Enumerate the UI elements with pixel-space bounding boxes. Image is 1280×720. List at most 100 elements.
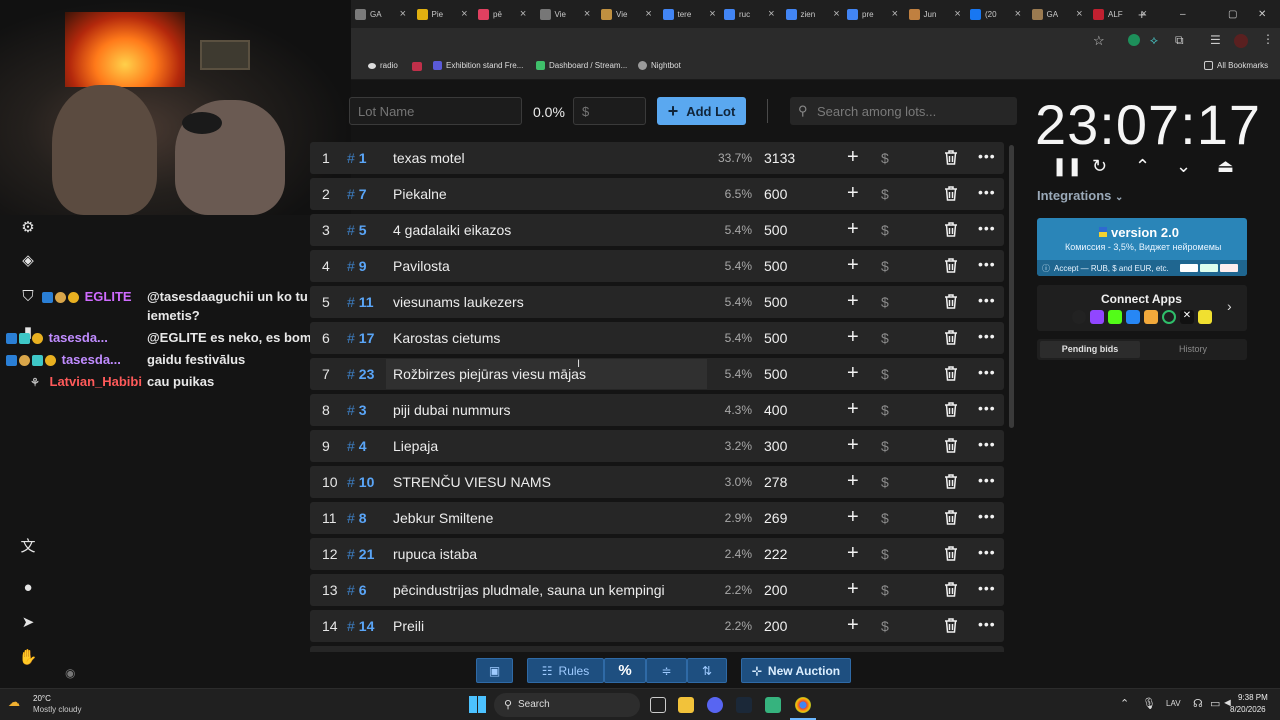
new-tab-button[interactable]: + [1138, 4, 1146, 24]
lot-row[interactable]: 11 #8 Jebkur Smiltene 2.9% 269 + $ ••• [310, 502, 1004, 534]
maximize-icon[interactable]: ▢ [1228, 4, 1237, 24]
more-options-icon[interactable]: ••• [978, 148, 996, 164]
lot-id[interactable]: #21 [347, 546, 374, 562]
taskbar-search[interactable]: ⚲ Search [494, 693, 640, 717]
double-up-icon[interactable]: ⏏ [1217, 156, 1234, 177]
kebab-menu-icon[interactable]: ⋮ [1262, 32, 1274, 46]
dollar-icon[interactable]: $ [881, 294, 889, 310]
bookmark-exhibition[interactable]: Exhibition stand Fre... [433, 61, 523, 70]
lot-row[interactable]: 2 #7 Piekalne 6.5% 600 + $ ••• [310, 178, 1004, 210]
lot-id[interactable]: #17 [347, 330, 374, 346]
add-amount-icon[interactable]: + [847, 182, 859, 204]
lot-row[interactable]: 7 #23 Rožbirzes piejūras viesu mājas 5.4% 50… [310, 358, 1004, 390]
add-amount-icon[interactable]: + [847, 542, 859, 564]
close-tab-icon[interactable]: × [892, 8, 898, 20]
dollar-icon[interactable]: $ [881, 222, 889, 238]
chevron-up-icon[interactable]: ⌃ [1120, 697, 1129, 710]
dollar-icon[interactable]: $ [881, 258, 889, 274]
settings-gear-icon[interactable]: ⚙ [18, 217, 38, 237]
lot-name[interactable]: pēcindustrijas pludmale, sauna un kempin… [393, 582, 665, 598]
lot-name[interactable]: Rožbirzes piejūras viesu mājas [386, 359, 707, 389]
discord-icon[interactable] [707, 697, 723, 713]
version-card[interactable]: version 2.0 Комиссия - 3,5%, Виджет нейр… [1037, 218, 1247, 276]
trash-icon[interactable] [944, 438, 958, 453]
close-tab-icon[interactable]: × [833, 8, 839, 20]
percent-toggle-button[interactable]: % [604, 658, 646, 683]
lot-row[interactable]: 4 #9 Pavilosta 5.4% 500 + $ ••• [310, 250, 1004, 282]
clock-date[interactable]: 8/20/2026 [1230, 705, 1266, 714]
menu-lines-icon[interactable]: ☰ [1210, 33, 1221, 47]
lot-row[interactable]: 1 #1 texas motel 33.7% 3133 + $ ••• [310, 142, 1004, 174]
bookmark-icon[interactable] [412, 62, 422, 71]
puzzle-icon[interactable]: ⧉ [1175, 33, 1184, 48]
task-view-icon[interactable] [650, 697, 666, 713]
more-options-icon[interactable]: ••• [978, 328, 996, 344]
dollar-icon[interactable]: $ [881, 618, 889, 634]
browser-tab[interactable]: pē × [478, 4, 526, 24]
lot-id[interactable]: #10 [347, 474, 374, 490]
trash-icon[interactable] [944, 618, 958, 633]
amount-input[interactable] [573, 97, 646, 125]
bookmark-nightbot[interactable]: Nightbot [638, 61, 681, 70]
add-amount-icon[interactable]: + [847, 470, 859, 492]
lot-name[interactable]: Piekalne [393, 186, 447, 202]
lot-name[interactable]: Karostas cietums [393, 330, 500, 346]
trash-icon[interactable] [944, 330, 958, 345]
more-options-icon[interactable]: ••• [978, 544, 996, 560]
close-window-icon[interactable]: ✕ [1258, 4, 1266, 24]
trash-icon[interactable] [944, 402, 958, 417]
dollar-icon[interactable]: $ [881, 366, 889, 382]
headset-icon[interactable]: ☊ [1193, 697, 1203, 710]
browser-tab[interactable]: GA × [355, 4, 406, 24]
lot-row[interactable]: 13 #6 pēcindustrijas pludmale, sauna un ke… [310, 574, 1004, 606]
browser-tab[interactable]: Vie × [601, 4, 652, 24]
lot-name[interactable]: piji dubai nummurs [393, 402, 511, 418]
lot-row[interactable]: 6 #17 Karostas cietums 5.4% 500 + $ ••• [310, 322, 1004, 354]
extension-icon[interactable]: ⟡ [1150, 33, 1158, 48]
dollar-icon[interactable]: $ [881, 330, 889, 346]
add-amount-icon[interactable]: + [847, 578, 859, 600]
trash-icon[interactable] [944, 222, 958, 237]
more-options-icon[interactable]: ••• [978, 220, 996, 236]
close-tab-icon[interactable]: × [584, 8, 590, 20]
add-amount-icon[interactable]: + [847, 398, 859, 420]
lot-name[interactable]: Pavilosta [393, 258, 450, 274]
lot-id[interactable]: #23 [347, 366, 374, 382]
add-amount-icon[interactable]: + [847, 218, 859, 240]
dollar-icon[interactable]: $ [881, 402, 889, 418]
close-tab-icon[interactable]: × [954, 8, 960, 20]
integrations-dropdown[interactable]: Integrations ⌄ [1037, 188, 1123, 203]
sort-button[interactable]: ⇅ [687, 658, 727, 683]
lot-row[interactable]: 14 #14 Preili 2.2% 200 + $ ••• [310, 610, 1004, 642]
browser-tab[interactable]: (20 × [970, 4, 1021, 24]
lot-row[interactable]: 12 #21 rupuca istaba 2.4% 222 + $ ••• [310, 538, 1004, 570]
donate-hand-icon[interactable]: ✋ [18, 647, 38, 667]
browser-tab[interactable]: pre × [847, 4, 898, 24]
lot-row[interactable]: 5 #11 viesunams laukezers 5.4% 500 + $ ••• [310, 286, 1004, 318]
compact-view-button[interactable]: ≑ [646, 658, 687, 683]
lot-name[interactable]: viesunams laukezers [393, 294, 524, 310]
connect-apps-card[interactable]: Connect Apps ✕ › [1037, 285, 1247, 331]
translate-icon[interactable]: 文 [18, 535, 38, 555]
chrome-icon[interactable] [795, 697, 811, 713]
reset-icon[interactable]: ↻ [1092, 156, 1107, 177]
lot-id[interactable]: #5 [347, 222, 367, 238]
lot-name[interactable]: rupuca istaba [393, 546, 477, 562]
search-box[interactable]: ⚲ Search among lots... [790, 97, 1017, 125]
add-amount-icon[interactable]: + [847, 326, 859, 348]
file-explorer-icon[interactable] [678, 697, 694, 713]
browser-tab[interactable]: Jun × [908, 4, 961, 24]
app-icon[interactable] [765, 697, 781, 713]
search-placeholder[interactable]: Search among lots... [817, 104, 936, 119]
chevron-up-icon[interactable]: ⌃ [1135, 156, 1150, 177]
lot-id[interactable]: #9 [347, 258, 367, 274]
dollar-icon[interactable]: $ [881, 582, 889, 598]
trash-icon[interactable] [944, 186, 958, 201]
add-amount-icon[interactable]: + [847, 362, 859, 384]
lot-id[interactable]: #3 [347, 402, 367, 418]
browser-tab[interactable]: ruc × [724, 4, 775, 24]
steam-icon[interactable] [736, 697, 752, 713]
lot-name[interactable]: Liepaja [393, 438, 438, 454]
layers-icon[interactable]: ◈ [18, 250, 38, 270]
browser-tab[interactable]: tere × [662, 4, 716, 24]
